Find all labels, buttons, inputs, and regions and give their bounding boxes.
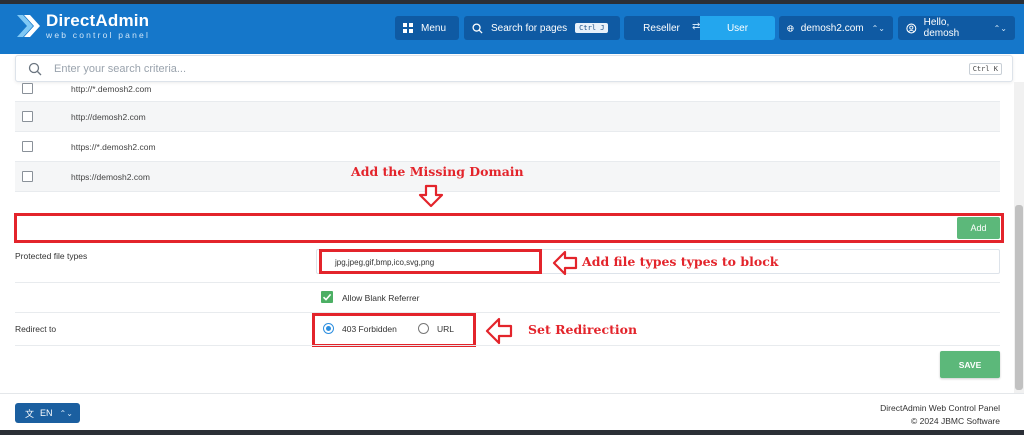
allow-blank-referrer-checkbox[interactable] — [321, 291, 333, 303]
app-title: DirectAdmin — [46, 11, 150, 30]
row-checkbox[interactable] — [22, 171, 33, 182]
redirect-url-label: URL — [437, 324, 455, 334]
search-kbd: Ctrl K — [968, 63, 1002, 75]
protected-file-types-label: Protected file types — [15, 251, 88, 261]
footer-product: DirectAdmin Web Control Panel — [880, 403, 1000, 413]
language-selector[interactable]: 文 EN ⌃⌄ — [15, 403, 80, 423]
annotation-redirection: Set Redirection — [528, 322, 638, 337]
app-subtitle: web control panel — [46, 30, 151, 40]
grid-icon — [403, 23, 413, 33]
row-url: https://demosh2.com — [71, 171, 150, 182]
list-item[interactable]: https://*.demosh2.com — [15, 132, 1000, 162]
menu-label: Menu — [421, 22, 447, 34]
redirect-url-radio[interactable] — [418, 323, 429, 334]
divider — [15, 282, 1000, 283]
domain-selector[interactable]: demosh2.com ⌃⌄ — [779, 16, 893, 40]
reseller-tab[interactable]: Reseller — [624, 16, 699, 40]
divider — [15, 312, 1000, 313]
redirect-403-radio[interactable] — [323, 323, 334, 334]
language-label: EN — [40, 408, 53, 418]
domain-label: demosh2.com — [800, 22, 864, 34]
directadmin-logo-icon — [17, 15, 40, 37]
globe-icon — [787, 24, 794, 32]
footer-divider — [0, 393, 1024, 394]
arrow-left-icon — [485, 317, 513, 345]
arrow-down-icon — [418, 184, 444, 208]
app-header: DirectAdmin web control panel Menu Searc… — [0, 4, 1024, 54]
annotation-file-types: Add file types types to block — [582, 254, 779, 269]
redirect-403-label: 403 Forbidden — [342, 324, 397, 334]
chevron-updown-icon: ⌃⌄ — [59, 408, 73, 418]
translate-icon: 文 — [25, 408, 35, 419]
allow-blank-referrer-label: Allow Blank Referrer — [342, 293, 420, 303]
search-pages-button[interactable]: Search for pages Ctrl J — [464, 16, 620, 40]
arrow-left-icon — [552, 250, 578, 276]
annotation-add-domain: Add the Missing Domain — [351, 164, 524, 179]
user-circle-icon — [906, 23, 917, 33]
search-icon — [472, 22, 483, 34]
chevron-updown-icon: ⌃⌄ — [871, 23, 885, 33]
redirect-to-label: Redirect to — [15, 324, 57, 334]
domain-input-field[interactable] — [14, 213, 1004, 243]
divider — [15, 345, 1000, 346]
save-button[interactable]: SAVE — [940, 351, 1000, 378]
footer-copyright: © 2024 JBMC Software — [911, 416, 1000, 426]
search-pages-label: Search for pages — [491, 22, 568, 34]
list-item[interactable]: http://*.demosh2.com — [15, 82, 1000, 102]
list-item[interactable]: http://demosh2.com — [15, 102, 1000, 132]
search-icon — [28, 62, 42, 75]
row-url: http://*.demosh2.com — [71, 83, 152, 94]
search-shortcut: Ctrl J — [575, 23, 609, 33]
row-checkbox[interactable] — [22, 111, 33, 122]
user-tab[interactable]: User — [700, 16, 775, 40]
account-menu[interactable]: Hello, demosh ⌃⌄ — [898, 16, 1015, 40]
row-url: http://demosh2.com — [71, 111, 146, 122]
row-url: https://*.demosh2.com — [71, 141, 156, 152]
chevron-updown-icon: ⌃⌄ — [993, 23, 1007, 33]
bottom-strip — [0, 430, 1024, 435]
checkmark-icon — [322, 293, 332, 301]
row-checkbox[interactable] — [22, 141, 33, 152]
row-checkbox[interactable] — [22, 83, 33, 94]
logo[interactable]: DirectAdmin web control panel — [14, 12, 150, 40]
add-button[interactable]: Add — [957, 217, 1000, 239]
menu-button[interactable]: Menu — [395, 16, 459, 40]
protected-file-types-value: jpg,jpeg,gif,bmp,ico,svg,png — [335, 258, 435, 267]
hello-label: Hello, demosh — [923, 17, 960, 39]
scrollbar-thumb[interactable] — [1015, 205, 1023, 390]
role-switch[interactable]: Reseller ⇄ User — [624, 16, 775, 40]
global-search[interactable]: Enter your search criteria... Ctrl K — [15, 55, 1013, 82]
search-placeholder: Enter your search criteria... — [54, 62, 187, 75]
